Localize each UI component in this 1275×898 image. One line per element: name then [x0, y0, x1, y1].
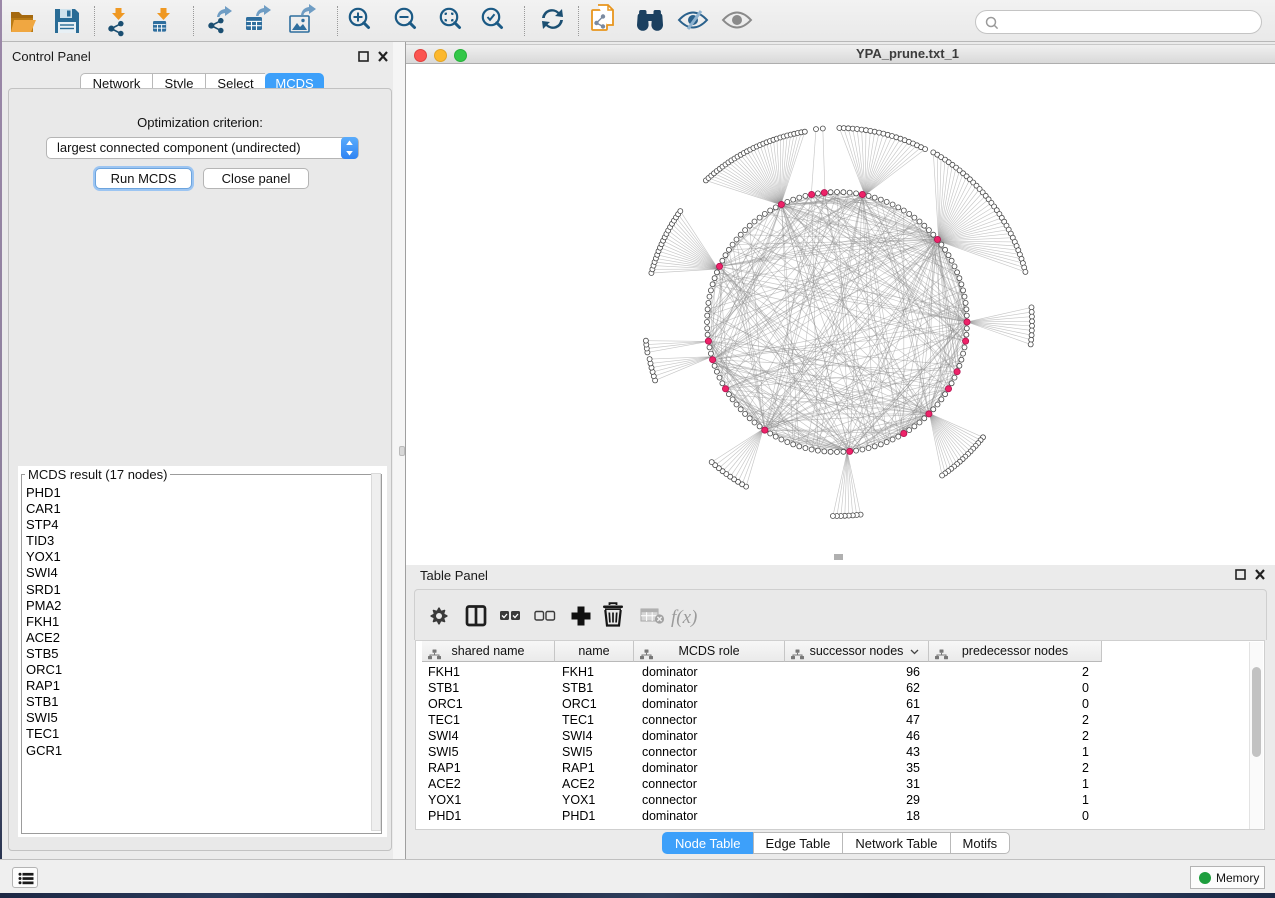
svg-text:f(x): f(x): [671, 607, 697, 628]
